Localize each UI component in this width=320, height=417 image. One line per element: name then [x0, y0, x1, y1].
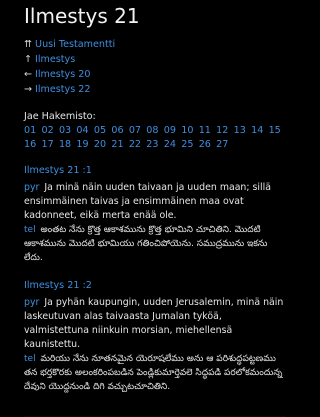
verse-block: Ilmestys 21 :1 pyr Ja minä näin uuden ta… [24, 164, 284, 265]
verse-number-link[interactable]: 04 [76, 125, 88, 136]
language-code-link[interactable]: pyr [24, 297, 39, 308]
verse-index-links: 01 02 03 04 05 06 07 08 09 10 11 12 13 1… [24, 124, 286, 152]
verse-number-link[interactable]: 05 [94, 125, 106, 136]
double-up-arrow-icon: ⇈ [24, 39, 33, 50]
verse-number-link[interactable]: 24 [164, 139, 176, 150]
verse-number-link[interactable]: 25 [181, 139, 193, 150]
verse-number-link[interactable]: 17 [41, 139, 53, 150]
verse-number-link[interactable]: 13 [234, 125, 246, 136]
nav-item-book: ↑ Ilmestys [24, 52, 284, 67]
verse-number-link[interactable]: 03 [59, 125, 71, 136]
language-code-link[interactable]: tel [24, 354, 36, 364]
nav-item-previous-chapter: ← Ilmestys 20 [24, 67, 284, 82]
verse-number-link[interactable]: 23 [146, 139, 158, 150]
verse-number-link[interactable]: 20 [94, 139, 106, 150]
verse-number-link[interactable]: 14 [251, 125, 263, 136]
verse-block: Ilmestys 21 :2 pyr Ja pyhän kaupungin, u… [24, 279, 284, 394]
page: Ilmestys 21 ⇈ Uusi Testamentti ↑ Ilmestys … [0, 0, 300, 417]
verse-reference[interactable]: Ilmestys 21 :1 [24, 164, 284, 178]
nav-link-next-chapter[interactable]: Ilmestys 22 [35, 84, 90, 95]
verse-number-link[interactable]: 15 [269, 125, 281, 136]
verse-number-link[interactable]: 21 [111, 139, 123, 150]
verse-index-label: Jae Hakemisto: [24, 111, 96, 122]
nav-link-new-testament[interactable]: Uusi Testamentti [35, 39, 115, 50]
nav-item-new-testament: ⇈ Uusi Testamentti [24, 37, 284, 52]
language-code-link[interactable]: pyr [24, 182, 39, 193]
navigation-list: ⇈ Uusi Testamentti ↑ Ilmestys ← Ilmestys 20… [24, 37, 284, 97]
verse-text: Ja minä näin uuden taivaan ja uuden maan… [24, 182, 271, 221]
page-title: Ilmestys 21 [24, 4, 140, 28]
verse-number-link[interactable]: 22 [129, 139, 141, 150]
left-arrow-icon: ← [24, 69, 33, 80]
verse-number-link[interactable]: 11 [199, 125, 211, 136]
verse-number-link[interactable]: 18 [59, 139, 71, 150]
verse-number-link[interactable]: 07 [129, 125, 141, 136]
verse-number-link[interactable]: 12 [216, 125, 228, 136]
verse-number-link[interactable]: 16 [24, 139, 36, 150]
telugu-verse-text: tel మరియు నేను నూతనమైన యెరూషలేము అను ఆ ప… [24, 352, 286, 394]
verse-number-link[interactable]: 26 [199, 139, 211, 150]
verse-text: అంతట నేను క్రొత్త ఆకాశమును క్రొత్త భూమిన… [24, 225, 268, 263]
nav-link-book[interactable]: Ilmestys [35, 54, 75, 65]
verse-number-link[interactable]: 02 [41, 125, 53, 136]
verse-number-link[interactable]: 09 [164, 125, 176, 136]
language-code-link[interactable]: tel [24, 225, 36, 235]
right-arrow-icon: → [24, 84, 33, 95]
nav-link-previous-chapter[interactable]: Ilmestys 20 [35, 69, 90, 80]
nav-item-next-chapter: → Ilmestys 22 [24, 82, 284, 97]
verse-text: Ja pyhän kaupungin, uuden Jerusalemin, m… [24, 297, 284, 350]
verse-number-link[interactable]: 10 [181, 125, 193, 136]
telugu-verse-text: tel అంతట నేను క్రొత్త ఆకాశమును క్రొత్త భ… [24, 223, 286, 265]
finnish-verse-text: pyr Ja pyhän kaupungin, uuden Jerusalemi… [24, 296, 286, 352]
verse-number-link[interactable]: 01 [24, 125, 36, 136]
verse-number-link[interactable]: 19 [76, 139, 88, 150]
verse-number-link[interactable]: 08 [146, 125, 158, 136]
verse-reference[interactable]: Ilmestys 21 :2 [24, 279, 284, 293]
verse-text: మరియు నేను నూతనమైన యెరూషలేము అను ఆ పరిశు… [24, 354, 283, 392]
verse-number-link[interactable]: 06 [111, 125, 123, 136]
finnish-verse-text: pyr Ja minä näin uuden taivaan ja uuden … [24, 181, 286, 223]
verse-number-link[interactable]: 27 [216, 139, 228, 150]
up-arrow-icon: ↑ [24, 54, 33, 65]
